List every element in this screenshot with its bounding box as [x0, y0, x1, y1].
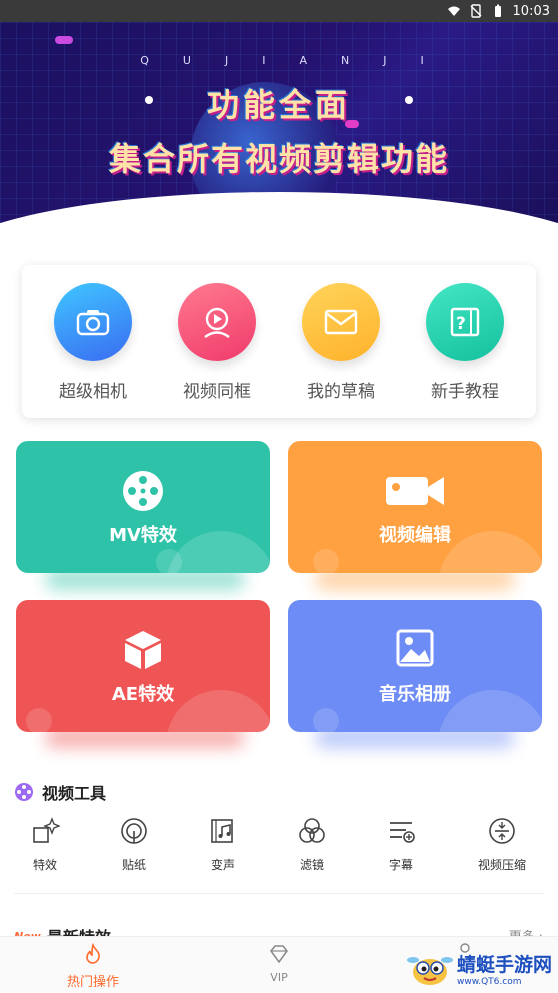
dragonfly-mascot-icon — [406, 957, 453, 985]
banner-letters: QUJIANJI — [140, 54, 458, 67]
tool-label: 滤镜 — [299, 858, 324, 872]
quick-action-label: 视频同框 — [183, 382, 251, 402]
diamond-icon — [270, 945, 288, 964]
feature-card-music-album[interactable]: 音乐相册 — [288, 600, 542, 732]
divider — [14, 893, 544, 894]
tool-label: 贴纸 — [121, 858, 146, 872]
card-decoration — [313, 549, 339, 573]
feature-label: MV特效 — [109, 525, 177, 546]
feature-label: AE特效 — [111, 684, 175, 705]
tool-filters[interactable]: 滤镜 — [267, 816, 357, 873]
status-bar: 10:03 — [0, 0, 558, 22]
quick-action-video-duet[interactable]: 视频同框 — [162, 283, 272, 403]
nav-tab-hot[interactable]: 热门操作 — [33, 942, 153, 990]
quick-action-label: 我的草稿 — [307, 382, 375, 402]
banner-headline: 功能全面 — [206, 86, 351, 124]
film-reel-icon — [15, 783, 33, 801]
envelope-icon — [302, 283, 380, 361]
feature-card-mv-effects[interactable]: MV特效 — [16, 441, 270, 573]
nav-tab-vip[interactable]: VIP — [219, 943, 339, 984]
watermark: 蜻蜓手游网 www.QT6.com — [406, 948, 552, 988]
help-book-icon: ? — [426, 283, 504, 361]
tool-video-compress[interactable]: 视频压缩 — [457, 816, 547, 873]
tool-label: 字幕 — [388, 858, 413, 872]
watermark-url: www.QT6.com — [456, 976, 522, 987]
tool-label: 特效 — [32, 858, 57, 872]
image-icon — [288, 628, 542, 672]
sparkle-icon — [33, 817, 61, 843]
status-time: 10:03 — [512, 3, 550, 19]
watermark-text: 蜻蜓手游网 — [456, 953, 552, 976]
quick-action-tutorial[interactable]: ? 新手教程 — [410, 283, 520, 403]
svg-text:?: ? — [456, 314, 466, 334]
video-person-icon — [178, 283, 256, 361]
tool-label: 变声 — [210, 858, 235, 872]
feature-card-ae-effects[interactable]: AE特效 — [16, 600, 270, 732]
tool-label: 视频压缩 — [477, 858, 526, 872]
compress-icon — [489, 818, 515, 844]
video-camera-icon — [288, 469, 542, 513]
quick-actions-card: 超级相机 视频同框 我的草稿 ? 新手教程 — [22, 265, 536, 418]
film-reel-icon — [16, 469, 270, 513]
card-decoration — [313, 708, 339, 732]
promo-banner[interactable]: QUJIANJI 功能全面 集合所有视频剪辑功能 — [0, 22, 558, 230]
filter-icon — [299, 818, 325, 843]
nav-label: 热门操作 — [66, 975, 119, 990]
nav-label: VIP — [270, 971, 288, 984]
quick-action-my-drafts[interactable]: 我的草稿 — [286, 283, 396, 403]
section-title: 视频工具 — [42, 784, 107, 803]
cube-icon — [16, 628, 270, 672]
tool-effects[interactable]: 特效 — [0, 816, 90, 873]
card-decoration — [156, 549, 182, 573]
quick-action-label: 超级相机 — [59, 382, 127, 402]
feature-label: 音乐相册 — [379, 684, 451, 705]
tool-stickers[interactable]: 贴纸 — [89, 816, 179, 873]
wifi-icon — [447, 6, 460, 16]
camera-icon — [54, 283, 132, 361]
quick-action-super-camera[interactable]: 超级相机 — [38, 283, 148, 403]
battery-icon — [494, 4, 501, 17]
sticker-icon — [121, 818, 147, 844]
tool-voice-change[interactable]: 变声 — [178, 816, 268, 873]
quick-action-label: 新手教程 — [431, 382, 499, 402]
card-decoration — [26, 708, 52, 732]
no-sim-icon — [470, 4, 482, 18]
music-film-icon — [211, 819, 233, 843]
banner-subheadline: 集合所有视频剪辑功能 — [108, 140, 449, 178]
flame-icon — [86, 942, 100, 964]
video-tools-header: 视频工具 — [14, 780, 106, 804]
feature-card-video-edit[interactable]: 视频编辑 — [288, 441, 542, 573]
feature-label: 视频编辑 — [379, 525, 451, 546]
tool-subtitles[interactable]: 字幕 — [356, 816, 446, 873]
subtitle-icon — [390, 822, 415, 843]
banner-pill-decoration — [55, 36, 73, 44]
